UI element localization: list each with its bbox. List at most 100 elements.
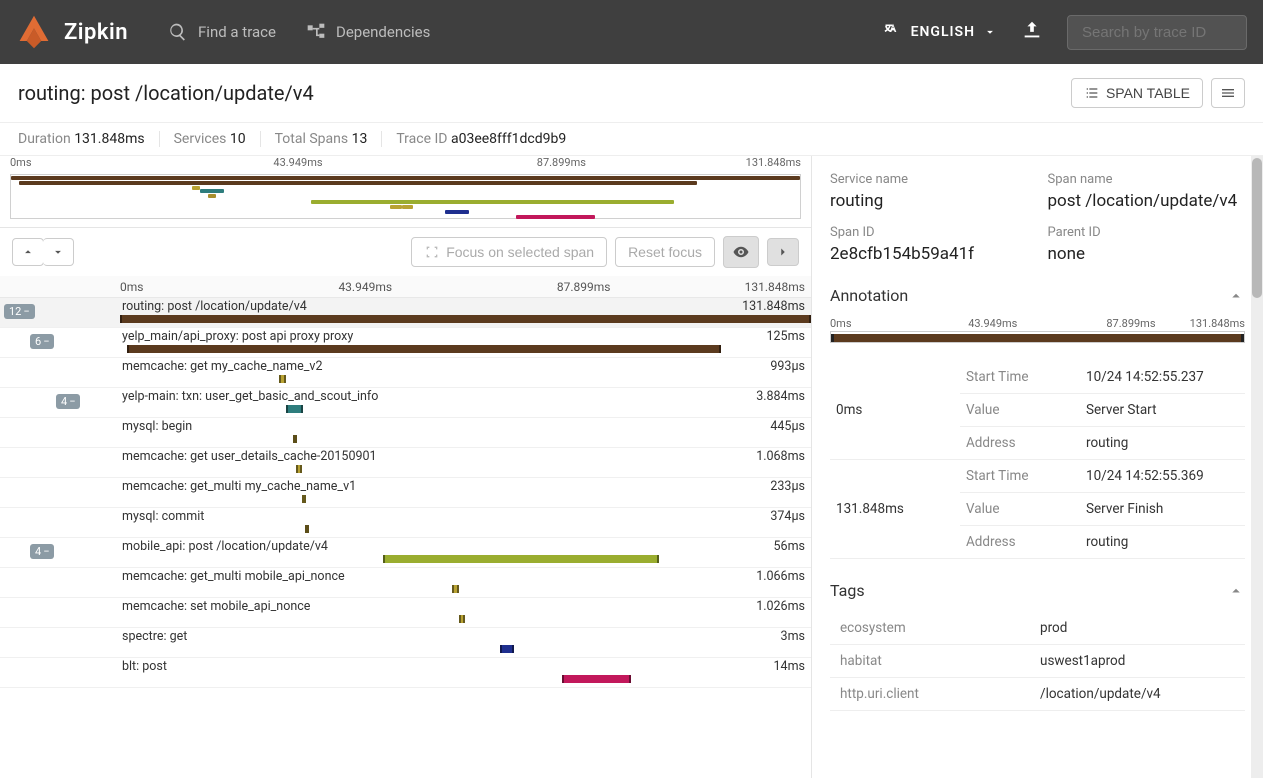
menu-button[interactable] <box>1211 78 1245 108</box>
dependencies-icon <box>306 22 326 42</box>
minimap[interactable]: 0ms43.949ms87.899ms131.848ms <box>0 156 811 228</box>
nav-find-trace[interactable]: Find a trace <box>168 22 276 42</box>
span-row[interactable]: memcache: get my_cache_name_v2 993μs <box>0 358 811 388</box>
app-header: Zipkin Find a trace Dependencies ENGLISH <box>0 0 1263 64</box>
collapse-badge[interactable]: 6 − <box>30 334 54 349</box>
span-row[interactable]: memcache: get user_details_cache-2015090… <box>0 448 811 478</box>
upload-icon <box>1021 19 1043 41</box>
timeline: 0ms43.949ms87.899ms131.848ms 12 − routing… <box>0 276 811 778</box>
logo: Zipkin <box>16 14 168 50</box>
span-row[interactable]: mysql: commit 374μs <box>0 508 811 538</box>
eye-icon <box>732 243 750 261</box>
brand-name: Zipkin <box>64 20 128 45</box>
collapse-badge[interactable]: 4 − <box>30 544 54 559</box>
span-row[interactable]: 4 − yelp-main: txn: user_get_basic_and_sc… <box>0 388 811 418</box>
collapse-badge[interactable]: 12 − <box>4 304 35 319</box>
collapse-up-button[interactable] <box>12 238 44 266</box>
span-duration: 131.848ms <box>742 299 805 314</box>
span-bar <box>383 555 659 563</box>
span-duration: 445μs <box>770 419 805 434</box>
span-bar <box>302 495 306 503</box>
focus-selected-button[interactable]: Focus on selected span <box>411 237 607 267</box>
span-row[interactable]: mysql: begin445μs <box>0 418 811 448</box>
span-label: memcache: get my_cache_name_v2 <box>122 359 322 374</box>
span-label: memcache: get user_details_cache-2015090… <box>122 449 377 464</box>
span-bar <box>120 315 811 323</box>
scrollbar-track[interactable] <box>1251 156 1263 778</box>
scrollbar-thumb[interactable] <box>1252 158 1262 298</box>
annotation-table: 0msStart Time10/24 14:52:55.237ValueServ… <box>830 361 1245 559</box>
timeline-ticks: 0ms43.949ms87.899ms131.848ms <box>0 276 811 298</box>
span-bar <box>459 615 466 623</box>
search-input[interactable] <box>1067 15 1247 50</box>
chevron-up-icon <box>1227 582 1245 600</box>
span-duration: 233μs <box>770 479 805 494</box>
annotation-bar <box>830 331 1245 343</box>
tags-table: ecosystemprodhabitatuswest1aprodhttp.uri… <box>830 612 1245 711</box>
span-label: yelp-main: txn: user_get_basic_and_scout… <box>122 389 378 404</box>
span-label: memcache: get_multi mobile_api_nonce <box>122 569 345 584</box>
nav-dependencies[interactable]: Dependencies <box>306 22 430 42</box>
span-row[interactable]: memcache: set mobile_api_nonce 1.026ms <box>0 598 811 628</box>
detail-service: routing <box>830 191 1028 211</box>
span-bar <box>293 435 297 443</box>
span-duration: 1.026ms <box>756 599 805 614</box>
span-label: routing: post /location/update/v4 <box>122 299 307 314</box>
span-label: mobile_api: post /location/update/v4 <box>122 539 328 554</box>
collapse-down-button[interactable] <box>43 238 74 266</box>
span-duration: 993μs <box>770 359 805 374</box>
span-bar <box>296 465 302 473</box>
span-bar <box>127 345 721 353</box>
span-row[interactable]: 6 − yelp_main/api_proxy: post api proxy p… <box>0 328 811 358</box>
collapse-badge[interactable]: 4 − <box>56 394 80 409</box>
span-duration: 3.884ms <box>756 389 805 404</box>
span-duration: 14ms <box>774 659 805 674</box>
span-row[interactable]: 12 − routing: post /location/update/v4 131… <box>0 298 811 328</box>
span-label: memcache: get_multi my_cache_name_v1 <box>122 479 356 494</box>
annotation-section-header[interactable]: Annotation <box>830 286 1245 305</box>
search-icon <box>168 22 188 42</box>
toggle-view-button[interactable] <box>723 236 759 268</box>
list-icon <box>1084 85 1100 101</box>
span-label: mysql: commit <box>122 509 204 524</box>
chevron-up-icon <box>1227 287 1245 305</box>
expand-detail-button[interactable] <box>767 238 799 266</box>
span-row[interactable]: memcache: get_multi mobile_api_nonce 1.06… <box>0 568 811 598</box>
span-label: blt: post <box>122 659 167 674</box>
chevron-right-icon <box>776 245 790 259</box>
span-bar <box>305 525 309 533</box>
page-title: routing: post /location/update/v4 <box>18 81 314 105</box>
title-bar: routing: post /location/update/v4 SPAN T… <box>0 64 1263 123</box>
chevron-down-icon <box>51 245 65 259</box>
span-label: spectre: get <box>122 629 187 644</box>
zipkin-logo-icon <box>16 14 52 50</box>
span-row[interactable]: 4 − mobile_api: post /location/update/v4 5… <box>0 538 811 568</box>
span-bar <box>562 675 631 683</box>
span-label: yelp_main/api_proxy: post api proxy prox… <box>122 329 353 344</box>
detail-span-id: 2e8cfb154b59a41f <box>830 244 1028 264</box>
span-bar <box>279 375 286 383</box>
span-detail-panel: Service namerouting Span namepost /locat… <box>811 156 1263 778</box>
trace-stats: Duration 131.848ms Services 10 Total Spa… <box>0 123 1263 156</box>
timeline-toolbar: Focus on selected span Reset focus <box>0 228 811 276</box>
span-table-button[interactable]: SPAN TABLE <box>1071 78 1203 108</box>
span-duration: 56ms <box>774 539 805 554</box>
upload-button[interactable] <box>1021 19 1043 45</box>
tags-section-header[interactable]: Tags <box>830 581 1245 600</box>
span-row[interactable]: spectre: get3ms <box>0 628 811 658</box>
span-duration: 1.066ms <box>756 569 805 584</box>
detail-span: post /location/update/v4 <box>1048 191 1246 211</box>
span-bar <box>286 405 303 413</box>
span-bar <box>452 585 459 593</box>
chevron-up-icon <box>21 245 35 259</box>
span-bar <box>500 645 514 653</box>
span-duration: 374μs <box>770 509 805 524</box>
span-label: memcache: set mobile_api_nonce <box>122 599 310 614</box>
span-row[interactable]: blt: post 14ms <box>0 658 811 688</box>
span-row[interactable]: memcache: get_multi my_cache_name_v1 233μ… <box>0 478 811 508</box>
focus-icon <box>424 244 440 260</box>
language-selector[interactable]: ENGLISH <box>883 22 997 42</box>
span-duration: 1.068ms <box>756 449 805 464</box>
reset-focus-button[interactable]: Reset focus <box>615 237 715 267</box>
chevron-down-icon <box>983 25 997 39</box>
